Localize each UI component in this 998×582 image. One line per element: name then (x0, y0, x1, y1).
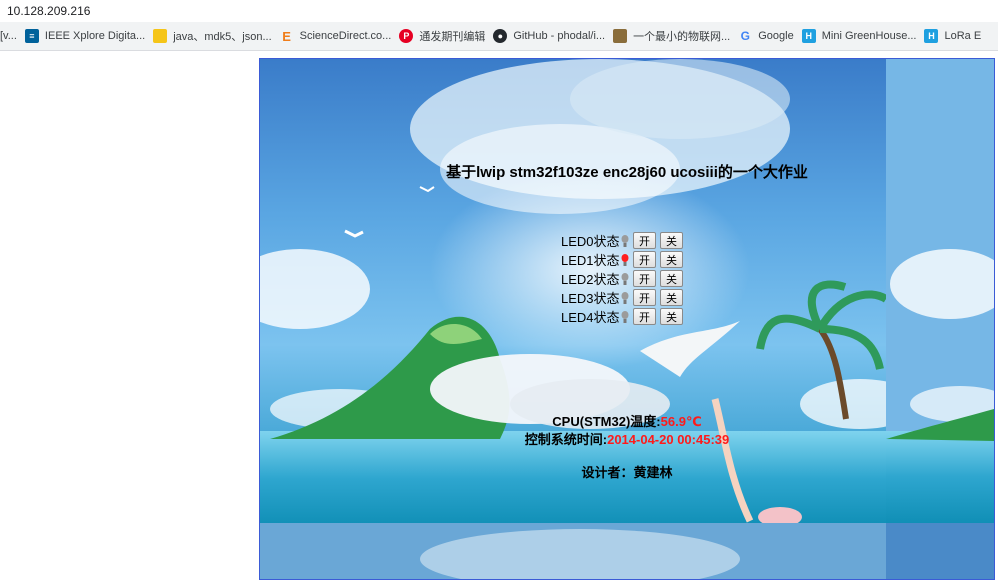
led1-on-button[interactable]: 开 (633, 251, 656, 268)
led-label: LED3状态 (561, 291, 620, 306)
led-row-0: LED0状态 开 关 (561, 231, 687, 250)
led2-off-button[interactable]: 关 (660, 270, 683, 287)
bookmark-item[interactable]: java、mdk5、json... (153, 28, 279, 44)
bookmark-label: Google (758, 30, 794, 42)
bookmark-item[interactable]: P 通发期刊编辑 (399, 28, 493, 44)
led4-on-button[interactable]: 开 (633, 308, 656, 325)
cpu-temperature-value: 56.9℃ (660, 414, 702, 429)
led-row-4: LED4状态 开 关 (561, 307, 687, 326)
image-icon (613, 29, 628, 43)
bookmark-item[interactable]: 一个最小的物联网... (613, 28, 738, 44)
bookmarks-bar: [v... ≡ IEEE Xplore Digita... java、mdk5、… (0, 22, 998, 51)
content-frame: 基于lwip stm32f103ze enc28j60 ucosiii的一个大作… (259, 58, 995, 580)
bookmark-item[interactable]: H LoRa E (924, 29, 989, 43)
page-title: 基于lwip stm32f103ze enc28j60 ucosiii的一个大作… (446, 164, 808, 181)
led-control-list: LED0状态 开 关 LED1状态 开 关 LED2状态 开 关 LED3状态 … (561, 231, 687, 326)
led0-on-button[interactable]: 开 (633, 232, 656, 249)
bookmark-label: 通发期刊编辑 (419, 31, 486, 43)
led-label: LED2状态 (561, 272, 620, 287)
pinterest-icon: P (399, 29, 414, 43)
google-icon: G (740, 29, 750, 43)
bookmark-label: ScienceDirect.co... (299, 30, 392, 42)
bookmark-item[interactable]: E ScienceDirect.co... (280, 28, 400, 44)
bookmark-label: Mini GreenHouse... (821, 30, 917, 42)
address-bar[interactable]: 10.128.209.216 (0, 0, 998, 22)
bookmark-label: java、mdk5、json... (173, 31, 272, 43)
bookmark-item[interactable]: H Mini GreenHouse... (801, 29, 925, 43)
bookmark-item[interactable]: [v... (0, 30, 25, 42)
led-label: LED0状态 (561, 234, 620, 249)
led-bulb-off-icon (621, 272, 629, 285)
system-time-value: 2014-04-20 00:45:39 (607, 432, 730, 447)
led3-off-button[interactable]: 关 (660, 289, 683, 306)
system-time-label: 控制系统时间: (524, 432, 608, 447)
folder-icon (153, 29, 168, 43)
cpu-temperature-label: CPU(STM32)温度: (552, 414, 661, 429)
led-bulb-off-icon (621, 310, 629, 323)
led1-off-button[interactable]: 关 (660, 251, 683, 268)
led-row-1: LED1状态 开 关 (561, 250, 687, 269)
led-bulb-off-icon (621, 234, 629, 247)
bookmark-label: 一个最小的物联网... (633, 31, 731, 43)
url-text: 10.128.209.216 (7, 4, 91, 18)
led3-on-button[interactable]: 开 (633, 289, 656, 306)
led-label: LED4状态 (561, 310, 620, 325)
cpu-temperature: CPU(STM32)温度:56.9℃ (260, 411, 994, 430)
bookmark-label: [v... (0, 30, 17, 42)
led-label: LED1状态 (561, 253, 620, 268)
led-bulb-on-icon (621, 253, 629, 266)
bookmark-item[interactable]: ● GitHub - phodal/i... (493, 29, 613, 43)
bookmark-item[interactable]: G Google (738, 29, 801, 43)
system-time: 控制系统时间:2014-04-20 00:45:39 (260, 429, 994, 448)
led-row-3: LED3状态 开 关 (561, 288, 687, 307)
bookmark-label: LoRa E (944, 30, 982, 42)
bookmark-label: GitHub - phodal/i... (513, 30, 606, 42)
ieee-icon: ≡ (24, 29, 39, 43)
led4-off-button[interactable]: 关 (660, 308, 683, 325)
sciencedirect-icon: E (282, 28, 291, 44)
hackster-icon: H (924, 29, 939, 43)
designer-credit: 设计者：黄建林 (581, 465, 673, 480)
bookmark-label: IEEE Xplore Digita... (44, 30, 146, 42)
led-bulb-off-icon (621, 291, 629, 304)
led2-on-button[interactable]: 开 (633, 270, 656, 287)
github-icon: ● (493, 29, 508, 43)
bookmark-item[interactable]: ≡ IEEE Xplore Digita... (24, 29, 153, 43)
led-row-2: LED2状态 开 关 (561, 269, 687, 288)
hackster-icon: H (801, 29, 816, 43)
led0-off-button[interactable]: 关 (660, 232, 683, 249)
